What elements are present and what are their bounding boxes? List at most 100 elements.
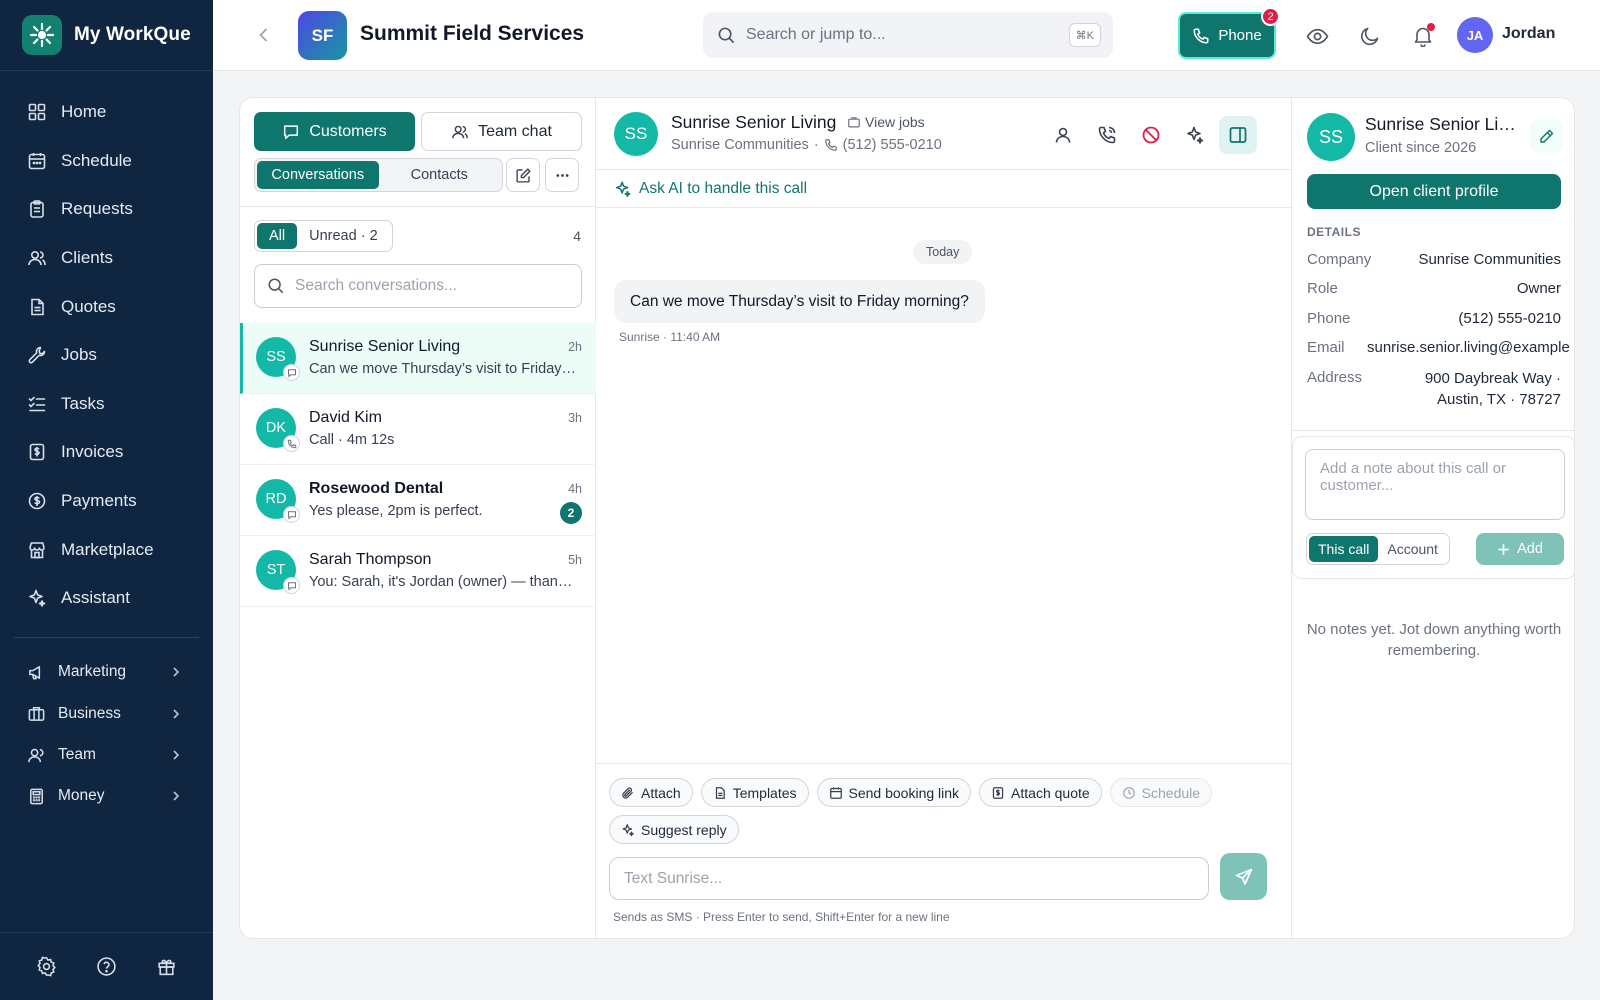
nav-group-business[interactable]: Business [0,693,213,734]
user-avatar[interactable]: JA [1457,17,1493,53]
chevron-right-icon [169,707,183,721]
nav-label: Marketplace [61,539,154,559]
templates-chip[interactable]: Templates [700,778,809,807]
help-icon[interactable] [96,956,117,977]
nav-label: Schedule [61,150,132,170]
clock-icon [1122,786,1136,800]
note-input[interactable] [1305,449,1565,520]
nav-label: Invoices [61,442,124,462]
nav-group-team[interactable]: Team [0,734,213,775]
subtab-contacts[interactable]: Contacts [379,161,501,189]
nav-item-requests[interactable]: Requests [0,185,213,234]
nav-item-marketplace[interactable]: Marketplace [0,525,213,574]
edit-client-button[interactable] [1530,120,1562,152]
nav-group-money[interactable]: Money [0,776,213,817]
nav-item-invoices[interactable]: Invoices [0,428,213,477]
eye-icon[interactable] [1305,24,1329,48]
add-note-button[interactable]: Add [1476,533,1564,565]
view-jobs-label: View jobs [865,114,925,130]
nav-item-home[interactable]: Home [0,88,213,137]
chip-label: Send booking link [848,784,960,801]
nav-item-assistant[interactable]: Assistant [0,574,213,623]
nav-item-jobs[interactable]: Jobs [0,331,213,380]
filter-all[interactable]: All [257,223,298,249]
store-icon [27,540,47,560]
suggest-reply-chip[interactable]: Suggest reply [609,815,739,844]
invoice-icon [991,786,1005,800]
global-search[interactable]: Search or jump to... ⌘K [703,12,1113,58]
schedule-chip[interactable]: Schedule [1109,778,1213,807]
gift-icon[interactable] [156,956,177,977]
avatar-initials: RD [265,491,287,507]
nav-item-clients[interactable]: Clients [0,234,213,283]
moon-icon[interactable] [1358,24,1382,48]
open-client-profile-button[interactable]: Open client profile [1307,174,1561,209]
subtab-conversations[interactable]: Conversations [257,161,379,189]
detail-value[interactable]: sunrise.senior.living@example [1367,339,1574,356]
conversation-search-input[interactable] [295,277,565,295]
chip-label: Schedule [1141,784,1201,801]
nav-item-quotes[interactable]: Quotes [0,282,213,331]
ask-ai-bar[interactable]: Ask AI to handle this call [596,170,1292,208]
tab-team-chat[interactable]: Team chat [421,112,582,151]
inbox-card: Customers Team chat Conversations Contac… [239,97,1575,939]
call-button[interactable] [1088,116,1126,154]
conversation-time: 4h [568,482,582,496]
detail-value[interactable]: (512) 555-0210 [1458,310,1574,327]
block-button[interactable] [1132,116,1170,154]
message-input[interactable] [609,857,1209,900]
calculator-icon [27,787,46,806]
send-button[interactable] [1220,853,1267,900]
note-scope-account[interactable]: Account [1378,536,1447,562]
org-name: Summit Field Services [360,22,585,45]
toggle-side-panel-button[interactable] [1219,116,1257,154]
nav-label: Quotes [61,296,116,316]
sparkle-icon [614,180,632,198]
client-since: Client since 2026 [1365,140,1477,156]
chip-label: Attach quote [1011,784,1090,801]
conversation-item[interactable]: ST Sarah Thompson 5h You: Sarah, it's Jo… [240,536,596,607]
filter-unread[interactable]: Unread · 2 [297,223,390,249]
calendar-icon [27,151,47,171]
meta-separator: · [813,137,819,153]
send-booking-link-chip[interactable]: Send booking link [816,778,972,807]
bell-icon[interactable] [1411,23,1435,48]
shortcut-hint: ⌘K [1068,23,1101,47]
note-scope-switch: This call Account [1306,533,1450,565]
chevron-left-icon[interactable] [253,24,275,46]
avatar-initials: SS [266,349,286,365]
chat-bubble-icon [282,123,300,141]
clipboard-icon [27,199,47,219]
org-avatar[interactable]: SF [298,11,347,60]
contact-avatar[interactable]: SS [614,112,658,156]
tab-customers[interactable]: Customers [254,112,415,151]
nav-item-tasks[interactable]: Tasks [0,380,213,429]
attach-chip[interactable]: Attach [609,778,693,807]
conversation-item[interactable]: DK David Kim 3h Call · 4m 12s [240,394,596,465]
view-jobs-link[interactable]: View jobs [847,114,925,130]
contact-profile-button[interactable] [1044,116,1082,154]
phone-icon [283,435,300,452]
chat-bubble-icon [283,506,300,523]
brand[interactable]: My WorkQue [0,0,213,71]
phone-button[interactable]: Phone 2 [1178,7,1280,59]
conversation-item[interactable]: SS Sunrise Senior Living 2h Can we move … [240,323,596,394]
compose-button[interactable] [506,158,540,192]
detail-key: Address [1307,369,1363,386]
ai-assist-button[interactable] [1176,116,1214,154]
conversation-time: 3h [568,411,582,425]
gear-icon[interactable] [36,956,57,977]
conversation-item[interactable]: RD Rosewood Dental 4h Yes please, 2pm is… [240,465,596,536]
nav-item-payments[interactable]: Payments [0,477,213,526]
note-composer: This call Account Add [1292,436,1574,579]
conversation-thread-panel: SS Sunrise Senior Living View jobs Sunri… [596,98,1292,938]
ask-ai-label: Ask AI to handle this call [639,179,808,197]
nav-group-marketing[interactable]: Marketing [0,652,213,693]
user-name[interactable]: Jordan [1502,25,1555,43]
attach-quote-chip[interactable]: Attach quote [979,778,1102,807]
note-scope-this-call[interactable]: This call [1309,536,1379,562]
nav-item-schedule[interactable]: Schedule [0,137,213,186]
more-button[interactable] [545,158,579,192]
nav-group-label: Business [58,704,121,722]
phone-button-label: Phone [1218,27,1262,44]
